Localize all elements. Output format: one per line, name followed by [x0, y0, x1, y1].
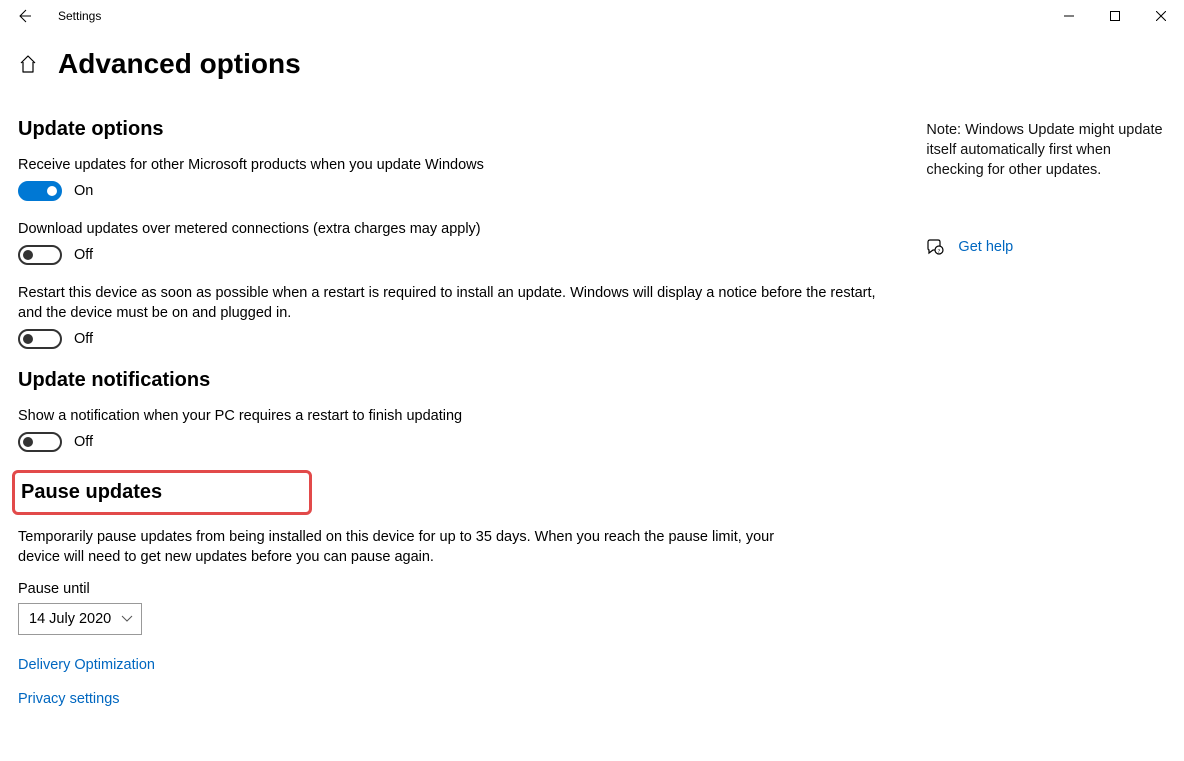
receive-updates-toggle[interactable]	[18, 181, 62, 201]
metered-download-toggle[interactable]	[18, 245, 62, 265]
pause-until-value: 14 July 2020	[29, 611, 111, 627]
page-header: Advanced options	[0, 32, 1184, 98]
back-button[interactable]	[8, 0, 40, 32]
metered-download-state: Off	[74, 247, 93, 263]
home-icon	[18, 54, 38, 74]
restart-asap-toggle[interactable]	[18, 329, 62, 349]
restart-asap-state: Off	[74, 331, 93, 347]
main-content: Update options Receive updates for other…	[18, 98, 906, 707]
maximize-button[interactable]	[1092, 0, 1138, 32]
metered-download-label: Download updates over metered connection…	[18, 219, 888, 239]
restart-asap-label: Restart this device as soon as possible …	[18, 283, 888, 323]
svg-text:?: ?	[938, 249, 941, 255]
pause-until-dropdown[interactable]: 14 July 2020	[18, 603, 142, 635]
pause-updates-highlight: Pause updates	[12, 470, 312, 515]
titlebar: Settings	[0, 0, 1184, 32]
minimize-icon	[1064, 11, 1074, 21]
help-icon: ?	[926, 238, 944, 256]
pause-updates-description: Temporarily pause updates from being ins…	[18, 527, 818, 567]
side-note: Note: Windows Update might update itself…	[926, 120, 1166, 180]
section-heading-pause-updates: Pause updates	[21, 481, 299, 504]
get-help-text: Get help	[958, 239, 1013, 255]
delivery-optimization-link[interactable]: Delivery Optimization	[18, 657, 906, 673]
maximize-icon	[1110, 11, 1120, 21]
receive-updates-label: Receive updates for other Microsoft prod…	[18, 155, 888, 175]
pause-until-label: Pause until	[18, 581, 906, 597]
side-panel: Note: Windows Update might update itself…	[926, 98, 1166, 256]
restart-notification-toggle[interactable]	[18, 432, 62, 452]
minimize-button[interactable]	[1046, 0, 1092, 32]
get-help-link[interactable]: ? Get help	[926, 238, 1166, 256]
close-icon	[1156, 11, 1166, 21]
section-heading-update-options: Update options	[18, 118, 906, 141]
restart-notification-state: Off	[74, 434, 93, 450]
page-title: Advanced options	[58, 48, 301, 80]
chevron-down-icon	[121, 615, 133, 623]
receive-updates-state: On	[74, 183, 93, 199]
restart-notification-label: Show a notification when your PC require…	[18, 406, 888, 426]
section-heading-update-notifications: Update notifications	[18, 369, 906, 392]
arrow-left-icon	[16, 8, 32, 24]
app-name: Settings	[58, 9, 101, 23]
home-button[interactable]	[18, 54, 38, 74]
close-button[interactable]	[1138, 0, 1184, 32]
privacy-settings-link[interactable]: Privacy settings	[18, 691, 906, 707]
